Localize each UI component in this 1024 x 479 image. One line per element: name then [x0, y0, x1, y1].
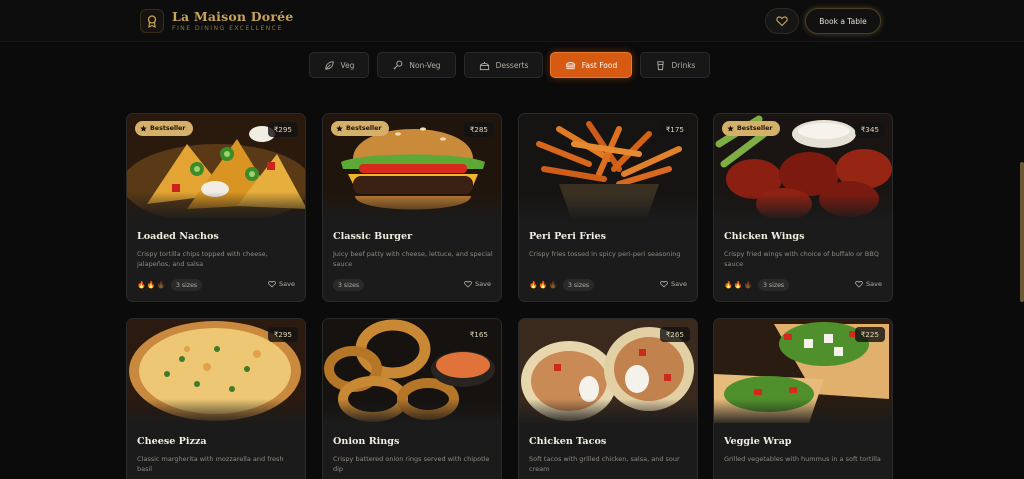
sizes-chip[interactable]: 3 sizes — [758, 279, 790, 291]
flame-outline-icon: 🔥 — [548, 281, 558, 289]
logo[interactable] — [140, 9, 164, 33]
item-title: Chicken Wings — [724, 231, 805, 242]
cup-icon — [656, 60, 664, 70]
price-tag: ₹295 — [267, 327, 298, 342]
burger-icon — [565, 61, 575, 69]
bestseller-badge: Bestseller — [331, 121, 389, 136]
price-tag: ₹225 — [854, 327, 885, 342]
star-icon — [727, 125, 734, 132]
price-tag: ₹285 — [463, 122, 494, 137]
flame-icon: 🔥 — [724, 281, 733, 289]
page-scrollbar[interactable] — [1020, 162, 1024, 302]
save-button[interactable]: Save — [268, 280, 295, 288]
flame-icon: 🔥 — [529, 281, 538, 289]
price-tag: ₹265 — [659, 327, 690, 342]
menu-card-chicken-tacos[interactable]: ₹265 Chicken Tacos Soft tacos with grill… — [518, 318, 698, 479]
save-button[interactable]: Save — [855, 280, 882, 288]
tab-label: Fast Food — [581, 60, 618, 70]
tab-label: Drinks — [671, 60, 696, 70]
drumstick-icon — [393, 60, 403, 69]
item-description: Juicy beef patty with cheese, lettuce, a… — [333, 250, 493, 268]
item-title: Classic Burger — [333, 231, 413, 242]
heart-icon — [268, 280, 276, 288]
brand-name[interactable]: La Maison Dorée — [172, 9, 293, 24]
save-button[interactable]: Save — [464, 280, 491, 288]
leaf-icon — [324, 60, 334, 70]
item-title: Onion Rings — [333, 436, 400, 447]
tab-fast-food[interactable]: Fast Food — [550, 52, 632, 78]
tab-desserts[interactable]: Desserts — [464, 52, 543, 78]
tab-veg[interactable]: Veg — [309, 52, 369, 78]
flame-icon: 🔥 — [146, 281, 156, 289]
item-title: Chicken Tacos — [529, 436, 607, 447]
item-title: Loaded Nachos — [137, 231, 219, 242]
menu-card-onion-rings[interactable]: ₹165 Onion Rings Crispy battered onion r… — [322, 318, 502, 479]
top-header: La Maison Dorée FINE DINING EXCELLENCE B… — [0, 0, 1024, 42]
menu-card-cheese-pizza[interactable]: ₹295 Cheese Pizza Classic margherita wit… — [126, 318, 306, 479]
heart-icon — [464, 280, 472, 288]
heart-icon — [660, 280, 668, 288]
tab-label: Veg — [340, 60, 355, 70]
star-icon — [336, 125, 343, 132]
price-tag: ₹295 — [267, 122, 298, 137]
flame-outline-icon: 🔥 — [743, 281, 753, 289]
heart-icon — [855, 280, 863, 288]
price-tag: ₹345 — [854, 122, 885, 137]
tab-non-veg[interactable]: Non-Veg — [377, 52, 456, 78]
save-button[interactable]: Save — [660, 280, 687, 288]
medal-icon — [147, 15, 157, 28]
item-description: Grilled vegetables with hummus in a soft… — [724, 455, 881, 463]
price-tag: ₹165 — [463, 327, 494, 342]
sizes-chip[interactable]: 3 sizes — [563, 279, 595, 291]
heart-icon — [776, 16, 788, 27]
item-description: Crispy fries tossed in spicy peri-peri s… — [529, 250, 681, 258]
menu-card-chicken-wings[interactable]: Bestseller ₹345 Chicken Wings Crispy fri… — [713, 113, 893, 302]
tab-drinks[interactable]: Drinks — [640, 52, 710, 78]
tab-label: Non-Veg — [409, 60, 441, 70]
item-description: Classic margherita with mozzarella and f… — [137, 455, 284, 473]
flame-icon: 🔥 — [538, 281, 548, 289]
menu-card-veggie-wrap[interactable]: ₹225 Veggie Wrap Grilled vegetables with… — [713, 318, 893, 479]
star-icon — [140, 125, 147, 132]
item-title: Peri Peri Fries — [529, 231, 607, 242]
cake-icon — [479, 61, 489, 70]
flame-icon: 🔥 — [137, 281, 146, 289]
sizes-chip[interactable]: 3 sizes — [171, 279, 203, 291]
bestseller-badge: Bestseller — [135, 121, 193, 136]
book-table-button[interactable]: Book a Table — [805, 8, 881, 34]
tab-label: Desserts — [495, 60, 529, 70]
sizes-chip[interactable]: 3 sizes — [333, 279, 365, 291]
brand-tagline: FINE DINING EXCELLENCE — [172, 25, 283, 32]
flame-outline-icon: 🔥 — [156, 281, 166, 289]
item-title: Veggie Wrap — [724, 436, 792, 447]
item-description: Crispy tortilla chips topped with cheese… — [137, 250, 268, 268]
menu-card-classic-burger[interactable]: Bestseller ₹285 Classic Burger Juicy bee… — [322, 113, 502, 302]
menu-card-peri-peri-fries[interactable]: ₹175 Peri Peri Fries Crispy fries tossed… — [518, 113, 698, 302]
price-tag: ₹175 — [659, 122, 690, 137]
spice-level: 🔥 🔥 🔥 — [529, 281, 557, 290]
item-description: Crispy battered onion rings served with … — [333, 455, 490, 473]
item-description: Soft tacos with grilled chicken, salsa, … — [529, 455, 680, 473]
item-description: Crispy fried wings with choice of buffal… — [724, 250, 879, 268]
flame-icon: 🔥 — [733, 281, 743, 289]
item-title: Cheese Pizza — [137, 436, 207, 447]
favorites-button[interactable] — [765, 8, 799, 34]
spice-level: 🔥 🔥 🔥 — [724, 281, 752, 290]
spice-level: 🔥 🔥 🔥 — [137, 281, 165, 290]
menu-card-loaded-nachos[interactable]: Bestseller ₹295 Loaded Nachos Crispy tor… — [126, 113, 306, 302]
bestseller-badge: Bestseller — [722, 121, 780, 136]
